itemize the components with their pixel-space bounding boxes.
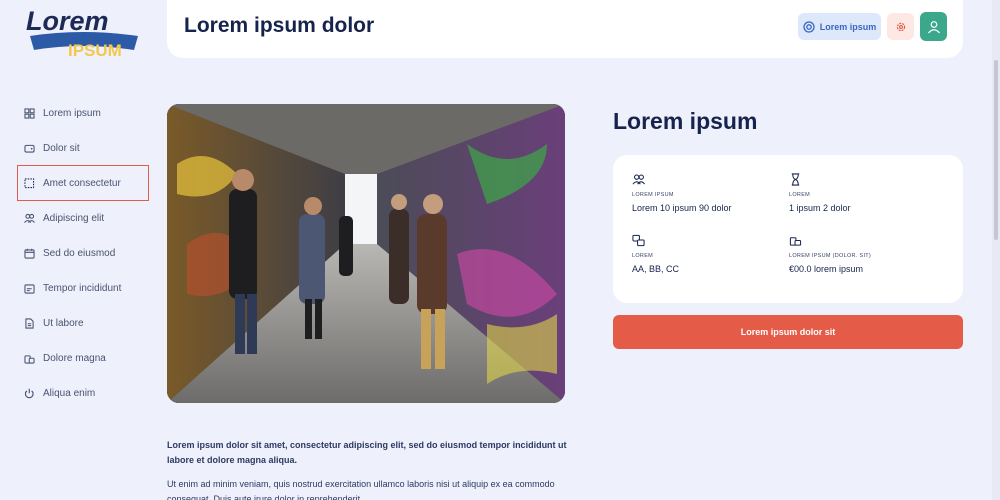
sidebar-item-7[interactable]: Dolore magna <box>18 341 148 375</box>
dashboard-icon <box>24 107 35 119</box>
languages-info: LOREM AA, BB, CC <box>632 234 792 274</box>
sidebar-item-4[interactable]: Sed do eiusmod <box>18 236 148 270</box>
participants-label: LOREM IPSUM <box>632 192 674 198</box>
help-center-button[interactable]: Lorem ipsum <box>798 13 881 40</box>
sidebar-nav: Lorem ipsum Dolor sit Amet consectetur Adip… <box>17 96 149 411</box>
sidebar-item-0[interactable]: Lorem ipsum <box>18 96 148 130</box>
hourglass-icon <box>791 173 800 186</box>
languages-label: LOREM <box>632 253 654 259</box>
activity-description-body: Ut enim ad minim veniam, quis nostrud ex… <box>167 479 555 500</box>
duration-info: LOREM 1 ipsum 2 dolor <box>789 173 949 213</box>
user-avatar-button[interactable] <box>920 12 947 41</box>
translate-icon <box>632 234 645 247</box>
logo-wordmark: Lorem <box>26 6 109 36</box>
sidebar-item-6[interactable]: Ut labore <box>18 306 148 340</box>
sidebar-item-label: Lorem ipsum <box>43 107 101 119</box>
selection-icon <box>24 177 35 188</box>
sidebar-item-3[interactable]: Adipiscing elit <box>18 201 148 235</box>
brand-logo[interactable]: Lorem IPSUM <box>22 6 142 60</box>
duration-value: 1 ipsum 2 dolor <box>789 203 851 213</box>
budget-label: LOREM IPSUM (DOLOR. SIT) <box>789 253 872 259</box>
user-icon <box>927 20 940 33</box>
wallet-icon <box>24 144 35 153</box>
duration-label: LOREM <box>789 192 811 198</box>
gear-icon <box>896 22 905 31</box>
settings-button[interactable] <box>887 13 914 40</box>
sidebar-item-label: Ut labore <box>43 317 84 329</box>
history-icon <box>24 283 35 294</box>
sidebar-item-label: Adipiscing elit <box>43 212 105 224</box>
budget-info: LOREM IPSUM (DOLOR. SIT) €00.0 lorem ips… <box>789 234 949 274</box>
sidebar-item-5[interactable]: Tempor incididunt <box>18 271 148 305</box>
activity-title: Lorem ipsum <box>613 108 758 134</box>
activity-description-intro: Lorem ipsum dolor sit amet, consectetur … <box>167 440 567 465</box>
brand-logo-graphic: Lorem IPSUM <box>26 6 138 60</box>
calendar-icon <box>24 248 35 259</box>
sidebar-item-label: Aliqua enim <box>43 387 96 399</box>
participants-value: Lorem 10 ipsum 90 dolor <box>632 203 732 213</box>
activity-info-card: LOREM IPSUM Lorem 10 ipsum 90 dolor LORE… <box>613 155 963 303</box>
document-icon <box>25 317 34 329</box>
sidebar-item-label: Tempor incididunt <box>43 282 122 294</box>
budget-value: €00.0 lorem ipsum <box>789 264 864 274</box>
sidebar-item-1[interactable]: Dolor sit <box>18 131 148 165</box>
sidebar-item-8[interactable]: Aliqua enim <box>18 376 148 410</box>
lifebuoy-icon <box>803 20 815 33</box>
participants-info: LOREM IPSUM Lorem 10 ipsum 90 dolor <box>632 173 792 213</box>
alley-photo-graphic <box>167 104 565 403</box>
top-bar: Lorem ipsum dolor Lorem ipsum <box>167 0 963 58</box>
power-icon <box>24 388 34 398</box>
coins-icon <box>789 237 802 246</box>
activity-photo <box>167 104 565 403</box>
languages-value: AA, BB, CC <box>632 264 680 274</box>
sidebar-item-label: Dolor sit <box>43 142 80 154</box>
sidebar-item-label: Amet consectetur <box>43 177 121 189</box>
sidebar-item-label: Dolore magna <box>43 352 106 364</box>
page-title: Lorem ipsum dolor <box>184 14 375 37</box>
page-scrollbar-thumb[interactable] <box>994 60 998 240</box>
users-icon <box>24 213 35 223</box>
sidebar-item-label: Sed do eiusmod <box>43 247 116 259</box>
logo-sub-wordmark: IPSUM <box>68 41 122 60</box>
help-center-label: Lorem ipsum <box>819 21 877 32</box>
group-icon <box>632 174 645 185</box>
credits-icon <box>24 354 35 364</box>
sidebar-item-2[interactable]: Amet consectetur <box>17 165 149 201</box>
exclude-from-selection-button[interactable]: Lorem ipsum dolor sit <box>613 315 963 349</box>
